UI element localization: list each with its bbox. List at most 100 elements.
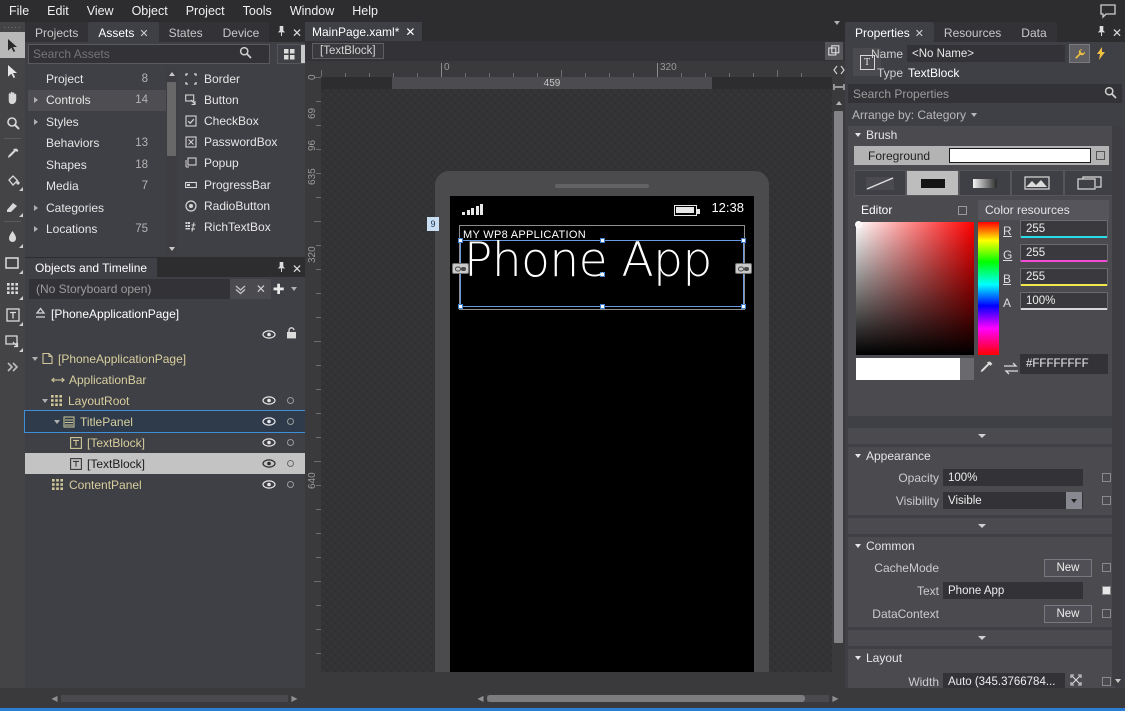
more-tools-button[interactable] <box>0 354 25 380</box>
button-tool[interactable] <box>0 328 25 354</box>
assets-category-scrollbar[interactable] <box>166 68 177 254</box>
category-twisty[interactable] <box>34 204 46 211</box>
resize-handle-nw[interactable] <box>458 238 463 243</box>
brush-section-collapser[interactable] <box>848 428 1115 444</box>
foreground-row[interactable]: Foreground <box>854 146 1109 165</box>
width-advanced-toggle[interactable] <box>1102 677 1111 686</box>
close-assets-tab-icon[interactable]: ✕ <box>139 27 148 40</box>
asset-item-passwordbox[interactable]: PasswordBox <box>180 132 315 153</box>
editor-tab[interactable]: Editor <box>854 200 977 220</box>
tree-item-applicationbar[interactable]: ApplicationBar <box>25 369 305 390</box>
expander-twisty[interactable] <box>39 398 50 403</box>
tree-item-contentpanel[interactable]: ContentPanel <box>25 474 305 495</box>
arrange-by-selector[interactable]: Arrange by: Category <box>845 106 1125 124</box>
category-twisty[interactable] <box>34 118 46 125</box>
opacity-field[interactable]: 100% <box>943 469 1083 486</box>
storyboard-selector[interactable]: (No Storyboard open) <box>29 279 231 299</box>
pin-icon[interactable] <box>277 25 286 40</box>
asset-item-popup[interactable]: Popup <box>180 153 315 174</box>
eye-icon[interactable] <box>262 328 276 342</box>
element-name-field[interactable]: <No Name> <box>907 45 1065 62</box>
hue-slider[interactable] <box>978 222 999 355</box>
brush-resources-icon[interactable] <box>1063 170 1117 196</box>
tab-assets[interactable]: Assets ✕ <box>88 22 159 42</box>
expander-twisty[interactable] <box>29 356 40 361</box>
properties-scrollbar[interactable] <box>1112 126 1123 686</box>
text-field[interactable]: Phone App <box>943 582 1083 599</box>
visibility-chevron-down-icon[interactable] <box>1066 492 1082 509</box>
brush-section-header[interactable]: Brush <box>848 126 1115 143</box>
eye-icon[interactable] <box>262 478 276 492</box>
datacontext-new-button[interactable]: New <box>1044 604 1092 623</box>
design-canvas[interactable]: 12:38 MY WP8 APPLICATION Phone App 9 <box>321 89 832 672</box>
visibility-advanced-toggle[interactable] <box>1102 496 1111 505</box>
search-assets-field[interactable] <box>28 44 270 64</box>
tab-properties[interactable]: Properties ✕ <box>845 22 934 42</box>
asset-item-button[interactable]: Button <box>180 89 315 110</box>
selection-tool[interactable] <box>0 32 25 58</box>
category-twisty[interactable] <box>34 97 46 104</box>
auto-size-width-icon[interactable] <box>1070 674 1082 689</box>
code-view-icon[interactable] <box>832 61 845 78</box>
category-styles[interactable]: Styles <box>28 111 166 133</box>
menu-item-view[interactable]: View <box>78 2 123 20</box>
lock-toggle[interactable] <box>287 481 294 488</box>
split-document-icon[interactable] <box>825 42 843 60</box>
tab-projects[interactable]: Projects <box>25 22 89 42</box>
scroll-up-icon[interactable] <box>832 97 845 108</box>
storyboard-close-button[interactable]: ✕ <box>250 279 272 299</box>
menu-item-file[interactable]: File <box>0 2 38 20</box>
resize-handle-sw[interactable] <box>458 304 463 309</box>
grid-view-icon[interactable] <box>278 45 301 63</box>
swap-colors-icon[interactable] <box>1003 362 1019 378</box>
menu-item-window[interactable]: Window <box>281 2 343 20</box>
eye-icon[interactable] <box>262 415 276 429</box>
pan-tool[interactable] <box>0 84 25 110</box>
eyedropper-icon[interactable] <box>979 360 994 380</box>
lock-toggle[interactable] <box>287 418 294 425</box>
cachemode-advanced-toggle[interactable] <box>1102 563 1111 572</box>
eye-icon[interactable] <box>262 457 276 471</box>
horizontal-ruler[interactable]: 0 320 <box>305 61 832 77</box>
category-controls[interactable]: Controls 14 <box>28 89 166 111</box>
tree-item-textblock-1[interactable]: [TextBlock] <box>25 432 305 453</box>
color-picker-cursor[interactable] <box>855 221 862 228</box>
return-scope-icon[interactable] <box>33 307 47 320</box>
text-tool[interactable] <box>0 302 25 328</box>
split-view-icon[interactable] <box>832 78 845 95</box>
scroll-left-icon[interactable]: ◀ <box>48 694 61 703</box>
scroll-right-icon[interactable]: ▶ <box>829 694 842 703</box>
close-panel-icon[interactable]: ✕ <box>1112 26 1122 40</box>
appearance-section-collapser[interactable] <box>848 518 1115 534</box>
scrollbar-track[interactable] <box>487 694 829 702</box>
document-tab-menu-icon[interactable] <box>834 20 840 39</box>
resize-handle-s[interactable] <box>600 304 605 309</box>
visibility-field[interactable]: Visible <box>943 492 1083 509</box>
scrollbar-thumb[interactable] <box>834 111 843 643</box>
breadcrumb-item-textblock[interactable]: [TextBlock] <box>312 43 384 59</box>
eye-icon[interactable] <box>262 394 276 408</box>
menu-item-tools[interactable]: Tools <box>234 2 281 20</box>
assets-item-list[interactable]: Border Button CheckBox PasswordBox Popup… <box>180 68 315 254</box>
datacontext-advanced-toggle[interactable] <box>1102 609 1111 618</box>
gradient-brush-icon[interactable] <box>958 170 1012 196</box>
storyboard-menu-chevron[interactable] <box>286 279 301 299</box>
assets-category-list[interactable]: Project 8 Controls 14 Styles Behaviors 1… <box>28 68 166 254</box>
scroll-left-icon[interactable]: ◀ <box>474 694 487 703</box>
scroll-up-icon[interactable] <box>166 68 177 79</box>
close-panel-icon[interactable]: ✕ <box>292 262 302 276</box>
gradient-tool[interactable] <box>0 224 25 250</box>
storyboard-dropdown-button[interactable] <box>230 279 251 299</box>
saturation-value-picker[interactable] <box>855 221 974 355</box>
paint-bucket-tool[interactable] <box>0 167 25 193</box>
search-assets-input[interactable] <box>33 47 239 61</box>
common-section-header[interactable]: Common <box>848 537 1115 554</box>
vertical-ruler[interactable]: 0 69 96 635 320 640 <box>305 74 321 672</box>
search-properties-field[interactable]: Search Properties <box>848 84 1122 103</box>
tab-resources[interactable]: Resources <box>933 22 1012 42</box>
canvas-vertical-scrollbar[interactable] <box>832 97 845 667</box>
tree-root-scope[interactable]: [PhoneApplicationPage] <box>25 303 305 324</box>
layout-section-header[interactable]: Layout <box>848 649 1115 666</box>
asset-item-progressbar[interactable]: ProgressBar <box>180 174 315 195</box>
scroll-down-icon[interactable] <box>1112 675 1123 686</box>
